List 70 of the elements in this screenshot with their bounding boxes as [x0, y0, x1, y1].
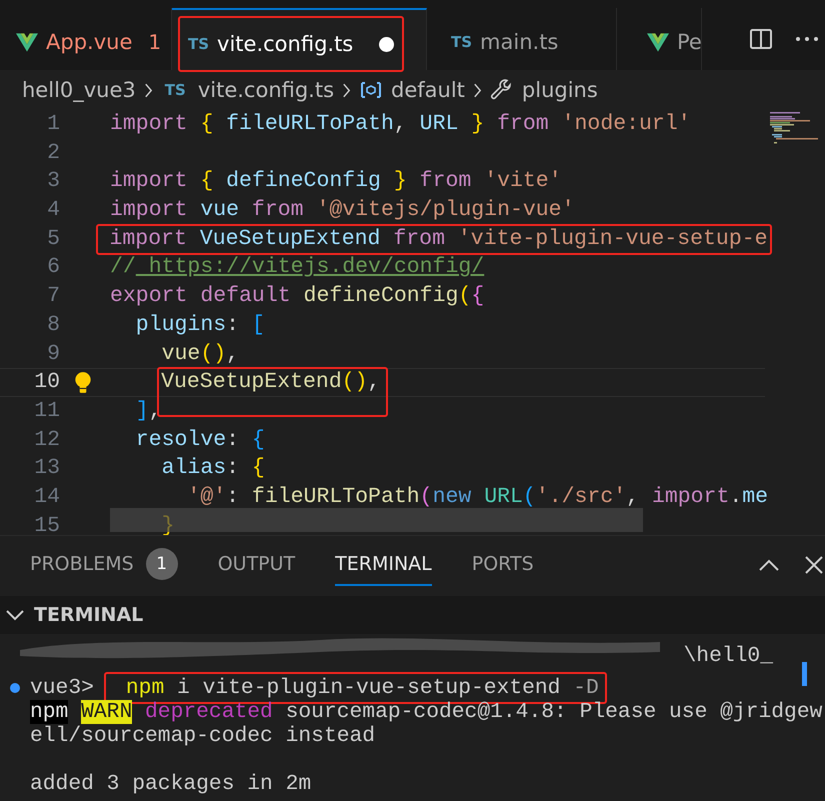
terminal-section-header[interactable]: TERMINAL: [0, 596, 825, 634]
chevron-up-icon[interactable]: [759, 559, 779, 571]
chevron-right-icon: [472, 82, 482, 98]
line-number: 6: [46, 254, 60, 282]
split-editor-icon[interactable]: [749, 27, 773, 51]
chevron-right-icon: [342, 82, 352, 98]
terminal-text: added 3 packages in 2m: [30, 772, 312, 796]
code-line: // https://vitejs.dev/config/: [110, 254, 484, 282]
ts-file-icon: TS: [164, 81, 186, 99]
tab-label: vite.config.ts: [217, 32, 354, 56]
tab-label: PROBLEMS: [30, 553, 134, 575]
line-number: 14: [33, 484, 60, 511]
editor-tab[interactable]: TS main.ts: [427, 8, 617, 70]
close-icon[interactable]: [805, 556, 823, 574]
terminal-text: vue3>: [30, 676, 94, 700]
line-number: 8: [46, 312, 60, 339]
line-number: 9: [46, 340, 60, 368]
vue-logo-icon: [16, 32, 38, 52]
cube-icon: [359, 80, 384, 100]
tab-label: OUTPUT: [218, 553, 296, 575]
ts-file-icon: TS: [188, 35, 210, 53]
tab-label: TERMINAL: [335, 553, 432, 575]
chevron-icon: [6, 609, 24, 621]
breadcrumb-item[interactable]: vite.config.ts: [198, 78, 334, 102]
editor-tab[interactable]: TS vite.config.ts: [172, 8, 427, 70]
tab-label: main.ts: [480, 30, 558, 54]
code-line: }: [160, 512, 175, 535]
code-line: import { fileURLToPath, URL } from 'node:url': [110, 111, 691, 138]
problem-count: 1: [146, 548, 178, 580]
tab-label: App.vue: [46, 30, 132, 54]
tab-label: PORTS: [472, 553, 534, 575]
command-status-dot-icon[interactable]: [10, 683, 20, 693]
code-line: resolve: {: [134, 426, 265, 454]
line-number: 11: [33, 398, 60, 425]
panel-tab[interactable]: PROBLEMS 1: [30, 544, 178, 586]
chevron-right-icon: [144, 82, 153, 98]
line-number: 10: [33, 369, 60, 396]
breadcrumb-item[interactable]: plugins: [522, 78, 598, 102]
terminal-text: ell/sourcemap-codec instead: [30, 724, 376, 748]
vertical-scrollbar[interactable]: [802, 662, 807, 686]
code-line: import { defineConfig } from 'vite': [110, 168, 562, 196]
breadcrumb-item[interactable]: default: [391, 78, 465, 102]
editor-tab[interactable]: Pe: [617, 8, 702, 70]
code-line: vue(),: [160, 340, 240, 368]
code-line: alias: {: [160, 455, 265, 482]
code-line: import vue from '@vitejs/plugin-vue': [110, 197, 574, 224]
panel-tab[interactable]: TERMINAL: [335, 544, 432, 586]
breadcrumb-item[interactable]: hell0_vue3: [22, 78, 136, 102]
panel-tab[interactable]: OUTPUT: [218, 544, 296, 586]
line-number: 13: [33, 455, 60, 482]
line-number: 3: [46, 168, 60, 196]
line-number: 4: [46, 197, 60, 224]
ts-file-icon: TS: [451, 33, 472, 51]
line-number: 1: [46, 111, 60, 138]
problem-count: 1: [148, 30, 162, 54]
line-number: 15: [33, 512, 60, 535]
panel-tab[interactable]: PORTS: [472, 544, 534, 586]
line-number: 2: [46, 140, 60, 167]
lightbulb-icon[interactable]: [74, 370, 92, 395]
line-number: 5: [46, 226, 60, 253]
line-number: 12: [33, 426, 60, 454]
more-actions-icon[interactable]: [795, 36, 819, 42]
vue-logo-icon: [647, 32, 669, 52]
code-line: plugins: [: [134, 312, 265, 339]
tab-label: Pe: [677, 30, 701, 54]
code-line: '@': fileURLToPath(new URL('./src', import.me: [186, 484, 768, 511]
section-title: TERMINAL: [34, 604, 144, 626]
terminal-text: \hell0_: [684, 644, 773, 668]
wrench-icon: [490, 78, 514, 102]
line-number: 7: [46, 283, 60, 310]
